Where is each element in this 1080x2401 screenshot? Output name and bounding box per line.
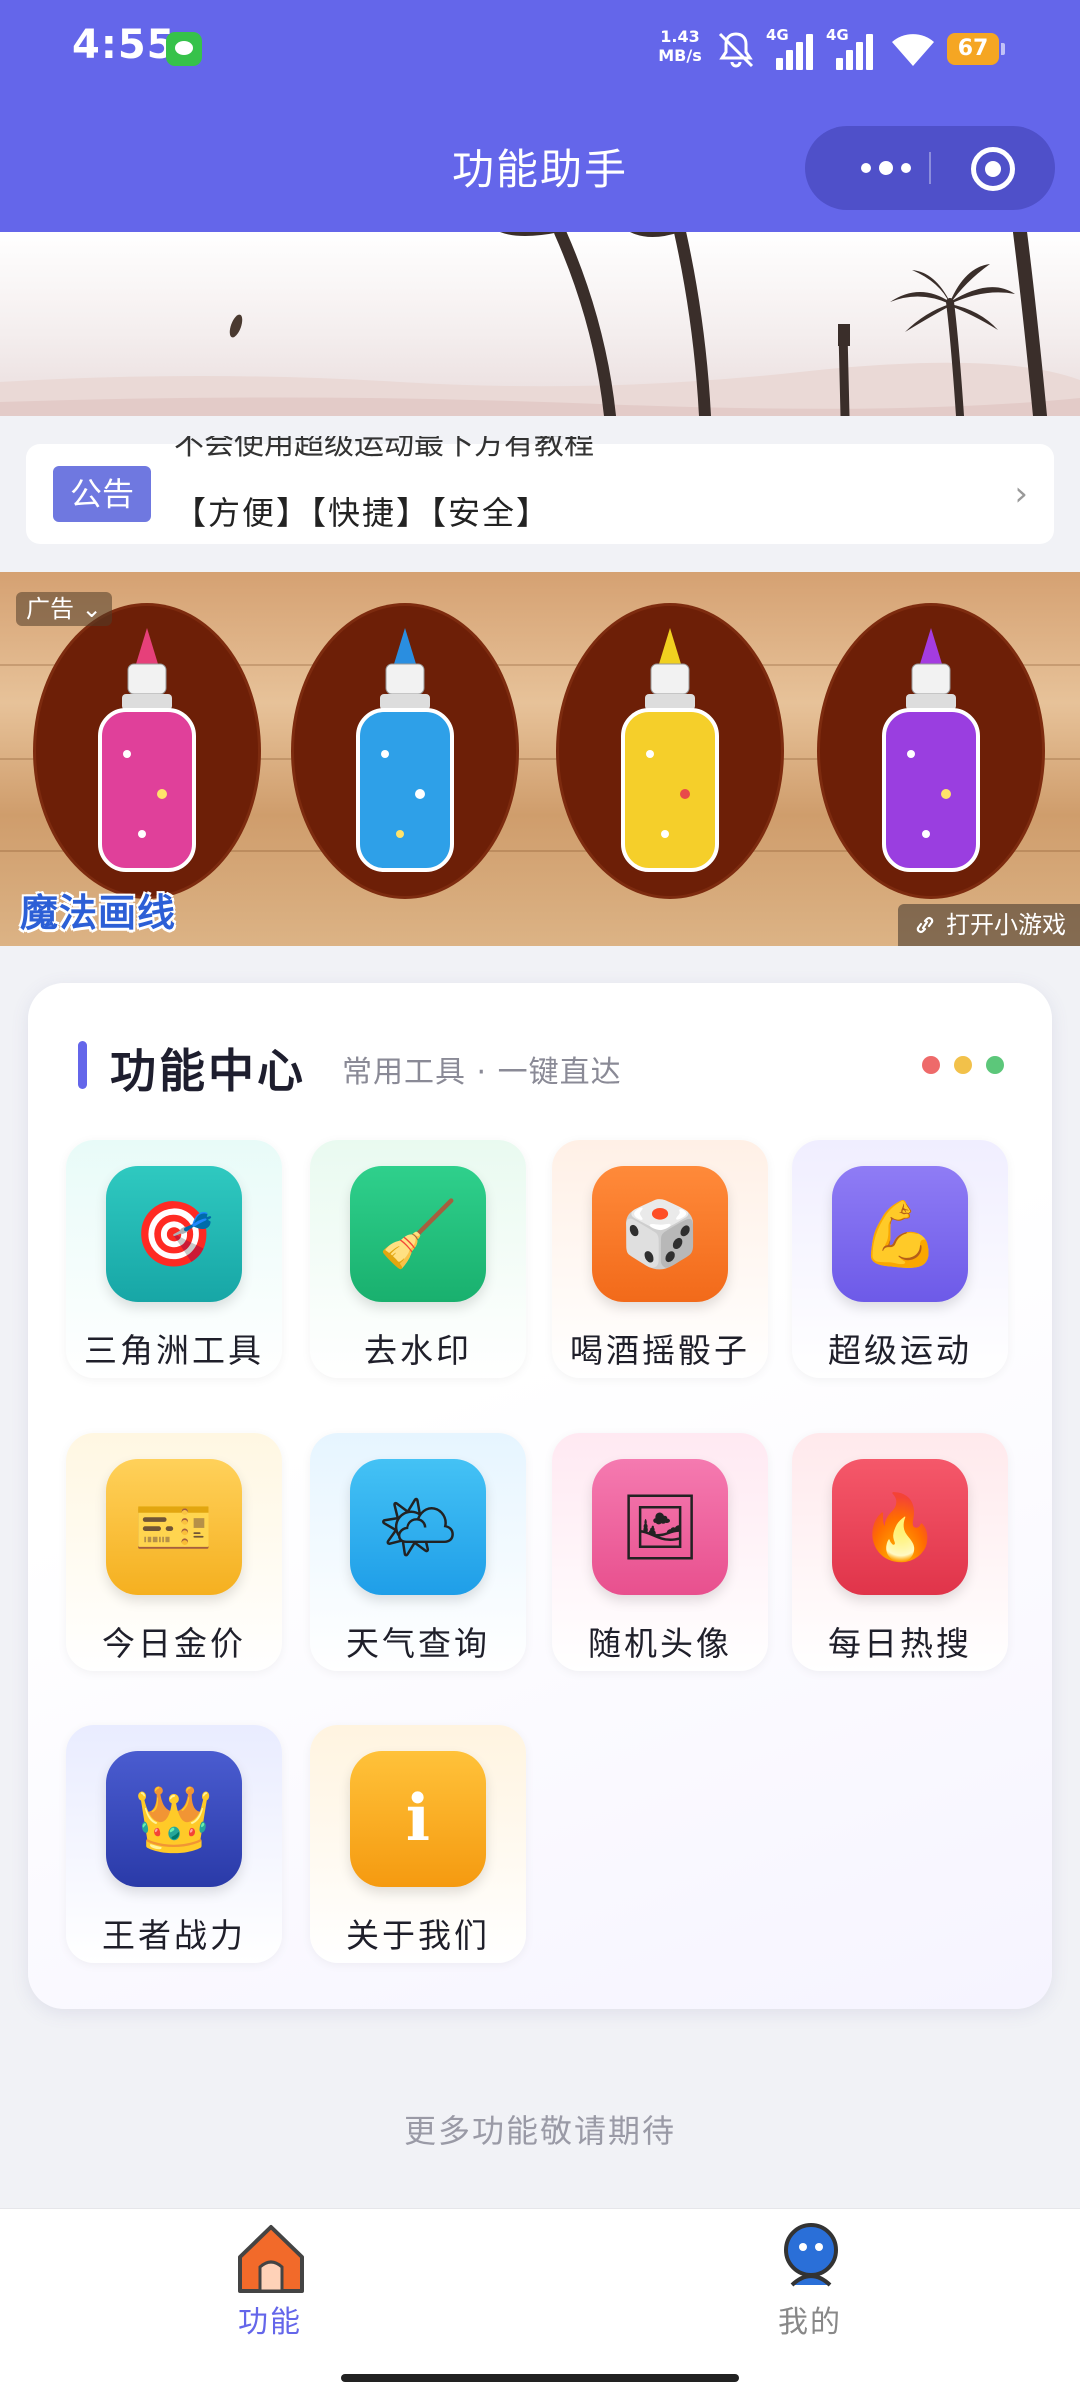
link-icon bbox=[916, 917, 934, 933]
function-center-subtitle: 常用工具 · 一键直达 bbox=[342, 1055, 622, 1090]
chevron-down-icon: ⌄ bbox=[81, 595, 102, 623]
wechat-notification-icon bbox=[166, 32, 202, 66]
status-bar: 4:55 1.43 MB/s 4G 4G 67 bbox=[0, 0, 1080, 100]
tool-tile-gold-price[interactable]: 🎫 今日金价 bbox=[66, 1433, 282, 1671]
tab-mine-label: 我的 bbox=[778, 2305, 842, 2340]
tool-label: 每日热搜 bbox=[828, 1624, 972, 1663]
tool-tile-super-sport[interactable]: 💪 超级运动 bbox=[792, 1140, 1008, 1378]
notice-line-1-text: 不会使用超级运动最下方有教程 bbox=[174, 436, 594, 462]
tool-tile-weather[interactable]: 🌤 天气查询 bbox=[310, 1433, 526, 1671]
tool-tile-daily-trending[interactable]: 🔥 每日热搜 bbox=[792, 1433, 1008, 1671]
signal-sim2-icon: 4G bbox=[826, 26, 884, 72]
sim2-label: 4G bbox=[826, 26, 849, 44]
tool-tile-delta-force[interactable]: 🎯 三角洲工具 bbox=[66, 1140, 282, 1378]
tool-label: 喝酒摇骰子 bbox=[570, 1331, 750, 1370]
tool-tile-honor-of-kings[interactable]: 👑 王者战力 bbox=[66, 1725, 282, 1963]
home-indicator bbox=[341, 2374, 739, 2382]
chevron-right-icon: › bbox=[1014, 474, 1028, 514]
tool-label: 王者战力 bbox=[102, 1916, 246, 1955]
network-speed-unit: MB/s bbox=[658, 46, 702, 65]
sim1-label: 4G bbox=[766, 26, 789, 44]
tool-label: 天气查询 bbox=[346, 1624, 490, 1663]
open-mini-game-button[interactable]: 打开小游戏 bbox=[898, 904, 1080, 946]
battery-level: 67 bbox=[957, 36, 989, 61]
tool-tile-dice[interactable]: 🎲 喝酒摇骰子 bbox=[552, 1140, 768, 1378]
tool-label: 去水印 bbox=[364, 1331, 472, 1370]
network-speed-value: 1.43 bbox=[660, 27, 700, 46]
sun-behind-cloud-icon: 🌤 bbox=[350, 1459, 486, 1595]
blue-glitter-bottle-icon bbox=[356, 628, 454, 872]
notice-line-1: 不会使用超级运动最下方有教程 bbox=[174, 436, 594, 466]
broom-icon: 🧹 bbox=[350, 1166, 486, 1302]
ad-label-text: 广告 bbox=[26, 595, 74, 623]
tool-label: 三角洲工具 bbox=[84, 1331, 264, 1370]
palm-tree-scene bbox=[0, 232, 1080, 416]
function-center-card: 功能中心 常用工具 · 一键直达 🎯 三角洲工具 🧹 去水印 🎲 喝酒摇骰子 💪… bbox=[28, 983, 1052, 2009]
notice-tag: 公告 bbox=[53, 466, 151, 522]
window-dots-decoration bbox=[922, 1056, 1004, 1074]
more-menu-button[interactable] bbox=[841, 126, 931, 210]
mini-program-capsule bbox=[805, 126, 1055, 210]
tab-functions-label: 功能 bbox=[238, 2305, 302, 2340]
fire-icon: 🔥 bbox=[832, 1459, 968, 1595]
tab-functions[interactable]: 功能 bbox=[120, 2209, 420, 2349]
capsule-divider bbox=[929, 152, 931, 184]
more-features-text: 更多功能敬请期待 bbox=[403, 2112, 676, 2150]
tool-tile-random-avatar[interactable]: 🖼 随机头像 bbox=[552, 1433, 768, 1671]
pink-glitter-bottle-icon bbox=[98, 628, 196, 872]
target-icon: 🎯 bbox=[106, 1166, 242, 1302]
ad-brand-logo: 魔法画线 bbox=[20, 891, 177, 935]
flexed-biceps-icon: 💪 bbox=[832, 1166, 968, 1302]
network-speed: 1.43 MB/s bbox=[656, 27, 704, 65]
tab-mine[interactable]: 我的 bbox=[660, 2209, 960, 2349]
ticket-icon: 🎫 bbox=[106, 1459, 242, 1595]
info-icon: ℹ bbox=[350, 1751, 486, 1887]
ad-banner[interactable]: 广告 ⌄ 魔法画线 打开小游戏 bbox=[0, 572, 1080, 946]
purple-glitter-bottle-icon bbox=[882, 628, 980, 872]
yellow-glitter-bottle-icon bbox=[621, 628, 719, 872]
function-center-title: 功能中心 bbox=[110, 1044, 306, 1098]
section-accent-bar bbox=[78, 1041, 87, 1089]
notice-line-2: 【方便】【快捷】【安全】 bbox=[174, 494, 551, 532]
tool-label: 关于我们 bbox=[346, 1916, 490, 1955]
close-mini-program-button[interactable] bbox=[971, 147, 1015, 191]
status-time: 4:55 bbox=[72, 22, 176, 68]
battery-icon: 67 bbox=[947, 33, 1005, 65]
tool-tile-remove-watermark[interactable]: 🧹 去水印 bbox=[310, 1140, 526, 1378]
wifi-icon bbox=[892, 34, 934, 66]
tool-label: 今日金价 bbox=[102, 1624, 246, 1663]
crown-icon: 👑 bbox=[106, 1751, 242, 1887]
notice-bar[interactable]: 公告 不会使用超级运动最下方有教程 【方便】【快捷】【安全】 › bbox=[26, 436, 1054, 544]
dice-icon: 🎲 bbox=[592, 1166, 728, 1302]
signal-sim1-icon: 4G bbox=[766, 26, 824, 72]
home-icon bbox=[238, 2225, 304, 2293]
tool-label: 超级运动 bbox=[828, 1331, 972, 1370]
open-mini-game-label: 打开小游戏 bbox=[946, 911, 1066, 939]
tool-tile-about-us[interactable]: ℹ 关于我们 bbox=[310, 1725, 526, 1963]
top-bar: 4:55 1.43 MB/s 4G 4G 67 功能助手 bbox=[0, 0, 1080, 232]
mute-icon bbox=[718, 32, 754, 68]
tool-label: 随机头像 bbox=[588, 1624, 732, 1663]
top-banner-image[interactable] bbox=[0, 232, 1080, 416]
framed-picture-icon: 🖼 bbox=[592, 1459, 728, 1595]
bottom-tab-bar: 功能 我的 bbox=[0, 2208, 1080, 2401]
profile-icon bbox=[784, 2223, 838, 2287]
ad-label[interactable]: 广告 ⌄ bbox=[16, 592, 112, 626]
